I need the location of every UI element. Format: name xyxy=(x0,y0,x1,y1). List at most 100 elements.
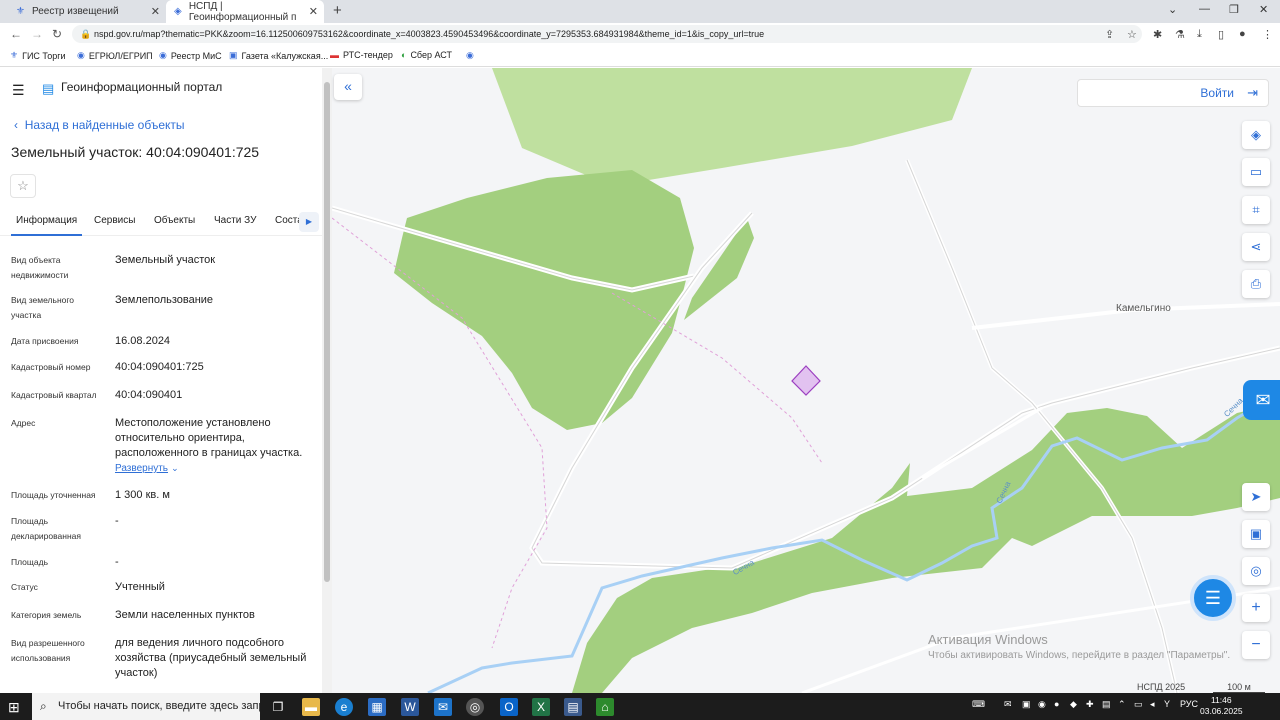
hamburger-menu-icon[interactable]: ☰ xyxy=(12,82,25,99)
tab-services[interactable]: Сервисы xyxy=(94,215,135,226)
tray-icon[interactable]: ◉ xyxy=(1038,699,1046,710)
bookmark-sber-ast[interactable]: ◐ Сбер АСТ xyxy=(401,50,452,60)
close-icon[interactable]: ✕ xyxy=(309,5,318,18)
object-title: Земельный участок: 40:04:090401:725 xyxy=(11,144,260,160)
tab-registry[interactable]: ⚜ Реестр извещений ✕ xyxy=(8,0,166,23)
keyboard-icon[interactable]: ⌨ xyxy=(972,699,985,710)
chrome-icon[interactable]: ◎ xyxy=(466,698,484,716)
village-label: Камельгино xyxy=(1116,303,1171,314)
bookmark-reestr-mis[interactable]: ◉ Реестр МиС xyxy=(159,50,222,61)
zoom-in-button[interactable]: + xyxy=(1242,594,1270,622)
volume-icon[interactable]: ◂ xyxy=(1150,699,1155,710)
tray-icon[interactable]: ▣ xyxy=(1022,699,1031,710)
task-view-icon[interactable]: ❐ xyxy=(269,698,287,716)
mail-icon[interactable]: ✉ xyxy=(434,698,452,716)
edge-icon[interactable]: e xyxy=(335,698,353,716)
tab-information[interactable]: Информация xyxy=(11,215,83,236)
share-icon[interactable]: ⇪ xyxy=(1105,28,1114,41)
gov-emblem-icon: ⚜ xyxy=(16,5,25,17)
outlook-icon[interactable]: O xyxy=(500,698,518,716)
back-arrow-icon[interactable]: ← xyxy=(10,27,22,41)
portal-title: Геоинформационный портал xyxy=(61,80,223,94)
tray-icon[interactable]: ● xyxy=(1054,699,1059,709)
tab-nspd[interactable]: ◈ НСПД | Геоинформационный п ✕ xyxy=(166,0,324,23)
tray-icon[interactable]: Y xyxy=(1164,699,1170,709)
tray-icon[interactable]: ✉ xyxy=(1004,699,1012,710)
minimize-button[interactable]: — xyxy=(1199,3,1210,15)
window-close-button[interactable]: ✕ xyxy=(1259,3,1268,16)
scrollbar-thumb[interactable] xyxy=(324,82,330,582)
collapse-panel-button[interactable]: « xyxy=(334,74,362,100)
tray-icon[interactable]: ◆ xyxy=(1070,699,1077,710)
share-icon[interactable]: ⋖ xyxy=(1242,233,1270,261)
tab-label: Реестр извещений xyxy=(32,6,119,17)
tab-search-icon[interactable]: ⌄ xyxy=(1168,3,1177,16)
map-scale: 100 м xyxy=(1213,682,1265,693)
newspaper-icon: ▣ xyxy=(229,50,238,60)
favorite-star-icon[interactable]: ☆ xyxy=(10,174,36,198)
language-indicator[interactable]: РУС xyxy=(1180,699,1198,709)
panel-scrollbar[interactable] xyxy=(322,68,332,693)
profile-icon[interactable]: ● xyxy=(1239,28,1246,40)
bookmark-gis-torgi[interactable]: ⚜ ГИС Торги xyxy=(10,50,66,61)
maximize-button[interactable]: ❐ xyxy=(1229,3,1239,16)
extensions-icon[interactable]: ✱ xyxy=(1153,28,1162,41)
tab-parts[interactable]: Части ЗУ xyxy=(214,215,256,226)
bookmark-gazeta[interactable]: ▣ Газета «Калужская... xyxy=(229,50,328,61)
taskbar-search-input[interactable]: ⌕ Чтобы начать поиск, введите здесь запр… xyxy=(32,693,260,720)
globe-icon: ◉ xyxy=(466,50,474,60)
print-icon[interactable]: ⎙ xyxy=(1242,270,1270,298)
file-explorer-icon[interactable]: ▬ xyxy=(302,698,320,716)
close-icon[interactable]: ✕ xyxy=(151,5,160,18)
map-canvas[interactable]: Камельгино Сечна Сечна Сечна xyxy=(332,68,1280,693)
ruler-icon[interactable]: ▭ xyxy=(1242,158,1270,186)
object-info-panel: ☰ ▤ Геоинформационный портал ‹ Назад в н… xyxy=(0,68,322,693)
area-select-icon[interactable]: ⌗ xyxy=(1242,196,1270,224)
bookmark-egrul[interactable]: ◉ ЕГРЮЛ/ЕГРИП xyxy=(77,50,153,61)
windows-start-icon[interactable]: ⊞ xyxy=(8,699,20,716)
forward-arrow-icon[interactable]: → xyxy=(31,27,43,41)
expand-address-link[interactable]: Развернуть ⌄ xyxy=(115,461,315,476)
menu-dots-icon[interactable]: ⋮ xyxy=(1262,28,1273,41)
calculator-icon[interactable]: ▤ xyxy=(564,698,582,716)
back-to-results-link[interactable]: ‹ Назад в найденные объекты xyxy=(14,118,185,132)
new-tab-button[interactable]: + xyxy=(333,2,342,19)
bookmark-extra[interactable]: ◉ xyxy=(466,50,478,61)
address-bar-row: ← → ↻ 🔒 nspd.gov.ru/map?thematic=PKK&zoo… xyxy=(0,23,1280,45)
chatbot-icon[interactable]: ✉ xyxy=(1243,380,1280,420)
reload-icon[interactable]: ↻ xyxy=(52,27,62,41)
excel-icon[interactable]: X xyxy=(532,698,550,716)
navigate-icon[interactable]: ➤ xyxy=(1242,483,1270,511)
minimap-icon[interactable]: ▣ xyxy=(1242,520,1270,548)
url-field[interactable]: 🔒 nspd.gov.ru/map?thematic=PKK&zoom=16.1… xyxy=(72,25,1142,43)
word-icon[interactable]: W xyxy=(401,698,419,716)
land-parcel-highlight[interactable] xyxy=(791,365,821,396)
object-tabs: Информация Сервисы Объекты Части ЗУ Сост… xyxy=(0,210,322,236)
bookmark-rts-tender[interactable]: ▬ РТС-тендер xyxy=(330,50,393,60)
bookmark-star-icon[interactable]: ☆ xyxy=(1127,28,1137,41)
flask-icon[interactable]: ⚗ xyxy=(1175,28,1185,41)
globe-icon: ◉ xyxy=(159,50,167,60)
gov-emblem-icon: ⚜ xyxy=(10,50,19,60)
network-icon[interactable]: ▭ xyxy=(1134,699,1143,710)
side-panel-icon[interactable]: ▯ xyxy=(1218,28,1224,41)
tray-icon[interactable]: ✚ xyxy=(1086,699,1094,710)
download-icon[interactable]: ⤓ xyxy=(1197,28,1202,41)
home-app-icon[interactable]: ⌂ xyxy=(596,698,614,716)
locate-icon[interactable]: ◎ xyxy=(1242,557,1270,585)
windows-activation-watermark: Активация Windows Чтобы активировать Win… xyxy=(928,632,1231,661)
browser-tab-bar: ⚜ Реестр извещений ✕ ◈ НСПД | Геоинформа… xyxy=(0,0,1280,23)
globe-icon: ◉ xyxy=(77,50,85,60)
layers-icon[interactable]: ◈ xyxy=(1242,121,1270,149)
store-icon[interactable]: ▦ xyxy=(368,698,386,716)
zoom-out-button[interactable]: − xyxy=(1242,631,1270,659)
tray-icon[interactable]: ⌃ xyxy=(1118,699,1126,710)
tab-objects[interactable]: Объекты xyxy=(154,215,195,226)
clock[interactable]: 11:46 03.06.2025 xyxy=(1200,695,1243,717)
chevron-left-icon: ‹ xyxy=(14,118,22,132)
forest-area-north xyxy=(492,68,972,186)
login-button[interactable]: Войти ⇥ xyxy=(1077,79,1269,107)
support-chat-icon[interactable]: ☰ xyxy=(1190,575,1236,621)
tabs-scroll-right-icon[interactable]: ▶ xyxy=(299,212,319,232)
tray-icon[interactable]: ▤ xyxy=(1102,699,1111,710)
